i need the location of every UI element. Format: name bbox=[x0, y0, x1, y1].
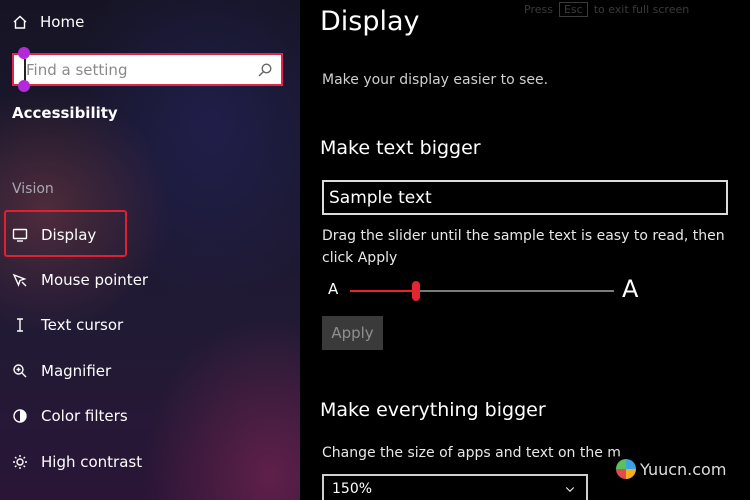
section-title: Accessibility bbox=[12, 104, 118, 122]
monitor-icon bbox=[12, 227, 28, 243]
nav-home[interactable]: Home bbox=[12, 10, 84, 34]
main-content: Display Press Esc to exit full screen Ma… bbox=[300, 0, 750, 500]
sample-text: Sample text bbox=[329, 187, 432, 208]
mouse-pointer-icon bbox=[12, 272, 28, 288]
sidebar-item-high-contrast[interactable]: High contrast bbox=[12, 450, 142, 474]
text-size-description: Drag the slider until the sample text is… bbox=[322, 228, 725, 266]
home-icon bbox=[12, 14, 28, 30]
slider-thumb[interactable] bbox=[412, 281, 420, 301]
sidebar-item-display[interactable]: Display bbox=[12, 223, 96, 247]
sidebar-item-label: Mouse pointer bbox=[41, 271, 149, 289]
selection-handle-top[interactable] bbox=[18, 47, 30, 59]
sidebar-item-label: Color filters bbox=[41, 407, 128, 425]
search-input[interactable] bbox=[26, 60, 257, 79]
slider-min-label: A bbox=[328, 280, 339, 298]
watermark: Yuucn.com bbox=[610, 456, 740, 482]
slider-max-label: A bbox=[622, 275, 639, 303]
slider-track[interactable] bbox=[350, 281, 614, 301]
watermark-logo-icon bbox=[616, 459, 636, 479]
selection-handle-bottom[interactable] bbox=[18, 80, 30, 92]
group-title-vision: Vision bbox=[12, 181, 54, 197]
sidebar: Home Accessibility Vision Display Mouse … bbox=[0, 0, 300, 500]
fullscreen-hint: Press Esc to exit full screen bbox=[524, 2, 689, 17]
sidebar-item-magnifier[interactable]: Magnifier bbox=[12, 359, 111, 383]
chevron-down-icon bbox=[562, 481, 578, 497]
scale-dropdown[interactable]: 150% bbox=[322, 474, 588, 500]
sidebar-item-label: Display bbox=[41, 226, 97, 244]
sidebar-item-label: Magnifier bbox=[41, 362, 112, 380]
page-title: Display bbox=[320, 6, 420, 37]
sidebar-item-label: Text cursor bbox=[41, 316, 124, 334]
high-contrast-icon bbox=[12, 454, 28, 470]
scale-description: Change the size of apps and text on the … bbox=[322, 445, 621, 461]
search-box[interactable] bbox=[12, 47, 283, 92]
scale-selected-value: 150% bbox=[332, 481, 373, 497]
sample-text-preview: Sample text bbox=[322, 180, 728, 215]
sidebar-item-mouse-pointer[interactable]: Mouse pointer bbox=[12, 268, 148, 292]
page-subtitle: Make your display easier to see. bbox=[322, 72, 549, 88]
heading-make-everything-bigger: Make everything bigger bbox=[320, 399, 546, 421]
apply-button[interactable]: Apply bbox=[322, 316, 383, 350]
text-cursor-icon bbox=[12, 317, 28, 333]
heading-make-text-bigger: Make text bigger bbox=[320, 137, 481, 159]
sidebar-item-text-cursor[interactable]: Text cursor bbox=[12, 313, 123, 337]
text-caret bbox=[24, 59, 26, 81]
hint-prefix: Press bbox=[524, 3, 553, 16]
search-icon[interactable] bbox=[257, 62, 273, 78]
hint-key: Esc bbox=[558, 2, 588, 17]
hint-suffix: to exit full screen bbox=[593, 3, 690, 16]
slider-fill bbox=[350, 290, 416, 292]
text-size-slider[interactable]: A A bbox=[328, 275, 648, 305]
nav-home-label: Home bbox=[40, 13, 85, 31]
color-filters-icon bbox=[12, 408, 28, 424]
watermark-text: Yuucn.com bbox=[640, 459, 727, 479]
sidebar-item-label: High contrast bbox=[41, 453, 143, 471]
sidebar-item-color-filters[interactable]: Color filters bbox=[12, 404, 128, 428]
magnifier-icon bbox=[12, 363, 28, 379]
